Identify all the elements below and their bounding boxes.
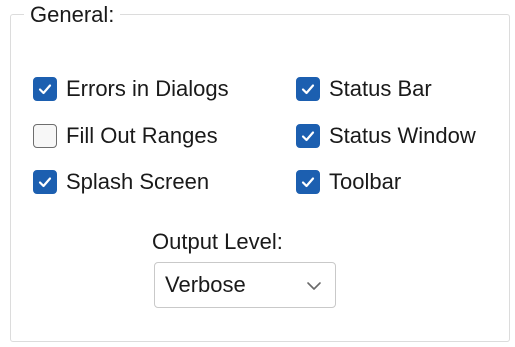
toolbar-checkbox[interactable]: Toolbar bbox=[296, 167, 401, 197]
status-bar-checkbox[interactable]: Status Bar bbox=[296, 74, 432, 104]
fill-out-ranges-label: Fill Out Ranges bbox=[66, 123, 218, 148]
checkbox-checked-icon[interactable] bbox=[296, 77, 320, 101]
splash-screen-checkbox[interactable]: Splash Screen bbox=[33, 167, 209, 197]
checkbox-checked-icon[interactable] bbox=[33, 170, 57, 194]
splash-screen-label: Splash Screen bbox=[66, 169, 210, 194]
errors-in-dialogs-label: Errors in Dialogs bbox=[66, 76, 229, 101]
errors-in-dialogs-checkbox[interactable]: Errors in Dialogs bbox=[33, 74, 229, 104]
general-group-title: General: bbox=[24, 2, 121, 28]
status-window-label: Status Window bbox=[329, 123, 476, 148]
output-level-label: Output Level: bbox=[152, 229, 283, 254]
chevron-down-icon bbox=[307, 282, 321, 290]
fill-out-ranges-checkbox[interactable]: Fill Out Ranges bbox=[33, 121, 218, 151]
checkbox-checked-icon[interactable] bbox=[296, 170, 320, 194]
status-window-checkbox[interactable]: Status Window bbox=[296, 121, 476, 151]
checkbox-checked-icon[interactable] bbox=[296, 124, 320, 148]
status-bar-label: Status Bar bbox=[329, 76, 432, 101]
output-level-value: Verbose bbox=[165, 272, 246, 297]
output-level-select[interactable]: Verbose bbox=[154, 262, 336, 308]
checkbox-unchecked-icon[interactable] bbox=[33, 124, 57, 148]
checkbox-checked-icon[interactable] bbox=[33, 77, 57, 101]
toolbar-label: Toolbar bbox=[329, 169, 402, 194]
